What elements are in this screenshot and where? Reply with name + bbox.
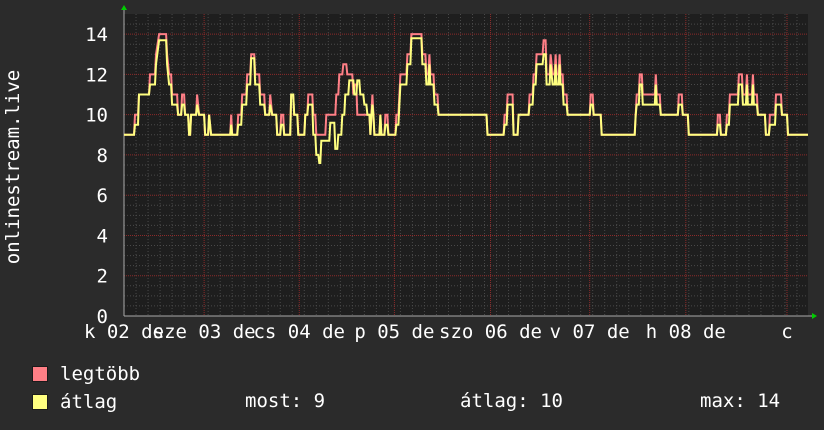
y-axis-label: onlinestream.live [2,70,24,264]
stat-now: most: 9 [245,390,325,412]
stat-now-value: 9 [313,390,326,412]
stat-max: max: 14 [700,390,780,412]
y-tick-label: 10 [85,105,108,127]
y-axis-arrow [121,5,127,10]
y-tick-label: 4 [97,225,108,247]
x-tick-label: c [781,321,792,343]
y-tick-label: 12 [85,64,108,86]
legend-swatch-max [32,366,48,382]
stat-avg: átlag: 10 [460,390,563,412]
y-tick-label: 8 [97,145,108,167]
stat-avg-value: 10 [540,390,563,412]
legend-item-max: legtöbb [32,363,141,385]
x-tick-label: sze 03 de [153,321,256,343]
legend-label-avg: átlag [60,391,118,413]
x-tick-label: cs 04 de [253,321,345,343]
x-tick-label: h 08 de [646,321,726,343]
x-tick-label: p 05 de [354,321,434,343]
x-tick-label: v 07 de [550,321,630,343]
stat-max-value: 14 [757,390,781,412]
stat-avg-label: átlag: [460,390,529,412]
legend-label-max: legtöbb [60,363,141,385]
stat-now-label: most: [245,390,303,412]
x-tick-label: szo 06 de [439,321,542,343]
stat-max-label: max: [700,390,746,412]
y-tick-label: 6 [97,185,108,207]
y-tick-label: 14 [85,24,108,46]
x-axis-arrow [812,313,817,319]
y-tick-label: 2 [97,266,108,288]
legend-item-avg: átlag [32,391,118,413]
legend-swatch-avg [32,394,48,410]
